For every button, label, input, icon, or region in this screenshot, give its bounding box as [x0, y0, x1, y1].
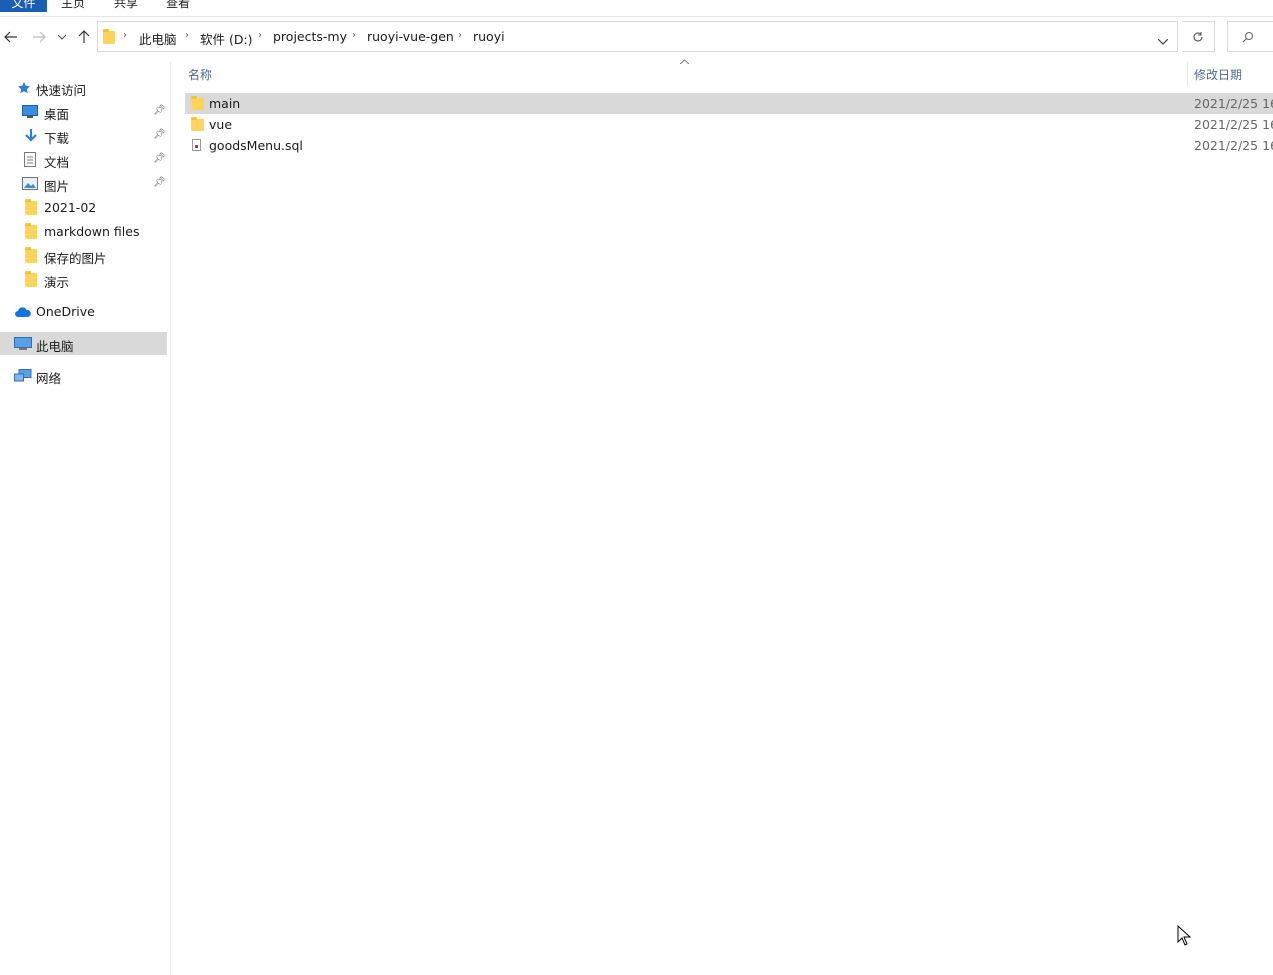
chevron-down-icon — [1157, 38, 1169, 45]
desktop-icon — [22, 105, 38, 118]
file-name: vue — [209, 117, 233, 132]
breadcrumb-this-pc[interactable]: 此电脑 — [139, 29, 177, 48]
star-icon — [18, 82, 30, 94]
sidebar-item-pictures[interactable]: 图片 📌︎ — [0, 172, 167, 195]
mouse-cursor-icon — [1177, 925, 1191, 946]
sidebar-item-quick-access[interactable]: 快速访问 — [0, 76, 167, 99]
pin-icon[interactable]: 📌︎ — [153, 177, 166, 188]
folder-icon — [191, 96, 204, 110]
ribbon: 文件 主页 共享 查看 — [0, 0, 1273, 17]
up-button[interactable] — [75, 28, 93, 46]
forward-button[interactable] — [30, 28, 48, 46]
column-divider[interactable] — [1187, 62, 1188, 86]
file-name: main — [209, 96, 241, 111]
sidebar-item-documents[interactable]: 文档 📌︎ — [0, 148, 167, 171]
navigation-pane: 快速访问 桌面 📌︎ 下载 📌︎ 文档 📌︎ 图片 📌︎ 2021-02 mar… — [0, 62, 171, 975]
sidebar-item-label: 演示 — [44, 275, 70, 290]
cloud-icon — [15, 307, 31, 317]
sidebar-item-downloads[interactable]: 下载 📌︎ — [0, 124, 167, 147]
refresh-button[interactable] — [1182, 21, 1215, 52]
sort-ascending-icon — [680, 59, 689, 64]
breadcrumb-ruoyi[interactable]: ruoyi — [473, 29, 505, 44]
file-row-main[interactable]: main 2021/2/25 16: — [185, 93, 1273, 114]
pin-icon[interactable]: 📌︎ — [153, 153, 166, 164]
chevron-right-icon: › — [258, 30, 262, 41]
sidebar-item-label: 下载 — [44, 131, 70, 146]
file-row-vue[interactable]: vue 2021/2/25 16: — [185, 114, 1273, 135]
chevron-down-icon — [58, 34, 66, 40]
sidebar-item-markdown-files[interactable]: markdown files — [0, 220, 167, 243]
pin-icon[interactable]: 📌︎ — [153, 105, 166, 116]
sidebar-item-label: 网络 — [36, 371, 62, 386]
sql-file-icon — [192, 139, 201, 151]
chevron-right-icon: › — [352, 30, 356, 41]
sidebar-item-label: 图片 — [44, 179, 70, 194]
sidebar-item-desktop[interactable]: 桌面 📌︎ — [0, 100, 167, 123]
folder-icon — [25, 271, 37, 287]
recent-locations-button[interactable] — [54, 28, 70, 46]
tab-view[interactable]: 查看 — [166, 0, 190, 12]
chevron-right-icon: › — [458, 30, 462, 41]
folder-icon — [103, 29, 115, 44]
back-button[interactable] — [2, 28, 20, 46]
sidebar-item-presentation[interactable]: 演示 — [0, 268, 167, 291]
computer-icon — [14, 337, 32, 350]
sidebar-item-2021-02[interactable]: 2021-02 — [0, 196, 167, 219]
chevron-right-icon: › — [123, 30, 127, 41]
tab-file[interactable]: 文件 — [0, 0, 47, 12]
sidebar-item-label: 此电脑 — [36, 339, 74, 354]
sidebar-item-label: 2021-02 — [44, 200, 97, 215]
back-arrow-icon — [4, 31, 17, 43]
file-modified: 2021/2/25 16: — [1194, 138, 1273, 153]
sidebar-item-label: 桌面 — [44, 107, 70, 122]
sidebar-item-label: OneDrive — [36, 304, 95, 319]
folder-icon — [25, 247, 37, 263]
file-modified: 2021/2/25 16: — [1194, 117, 1273, 132]
search-input[interactable] — [1227, 21, 1273, 52]
network-icon — [14, 369, 32, 382]
sidebar-item-label: markdown files — [44, 224, 140, 239]
forward-arrow-icon — [33, 31, 46, 43]
sidebar-item-this-pc[interactable]: 此电脑 — [0, 332, 167, 355]
sidebar-item-onedrive[interactable]: OneDrive — [0, 300, 167, 323]
chevron-right-icon: › — [185, 30, 189, 41]
search-icon — [1242, 31, 1254, 43]
sidebar-item-label: 保存的图片 — [44, 251, 107, 266]
sidebar-item-network[interactable]: 网络 — [0, 364, 167, 387]
folder-icon — [25, 199, 37, 215]
breadcrumb-ruoyi-vue-gen[interactable]: ruoyi-vue-gen — [367, 29, 454, 44]
document-icon — [24, 152, 36, 167]
breadcrumb-projects-my[interactable]: projects-my — [273, 29, 347, 44]
column-header-modified[interactable]: 修改日期 — [1194, 66, 1242, 83]
column-header-name[interactable]: 名称 — [188, 66, 212, 83]
breadcrumb-drive-d[interactable]: 软件 (D:) — [200, 29, 253, 48]
up-arrow-icon — [78, 30, 90, 43]
pin-icon[interactable]: 📌︎ — [153, 129, 166, 140]
sidebar-item-label: 快速访问 — [36, 83, 87, 98]
tab-share[interactable]: 共享 — [114, 0, 138, 12]
folder-icon — [25, 223, 37, 239]
sidebar-item-saved-pictures[interactable]: 保存的图片 — [0, 244, 167, 267]
folder-icon — [191, 117, 204, 131]
address-history-button[interactable] — [1157, 34, 1169, 48]
sidebar-item-label: 文档 — [44, 155, 70, 170]
file-row-goodsmenu-sql[interactable]: goodsMenu.sql 2021/2/25 16: — [185, 135, 1273, 156]
file-modified: 2021/2/25 16: — [1194, 96, 1273, 111]
tab-home[interactable]: 主页 — [61, 0, 85, 12]
file-name: goodsMenu.sql — [209, 138, 303, 153]
refresh-icon — [1193, 31, 1203, 41]
pictures-icon — [22, 177, 38, 190]
download-icon — [25, 129, 37, 142]
